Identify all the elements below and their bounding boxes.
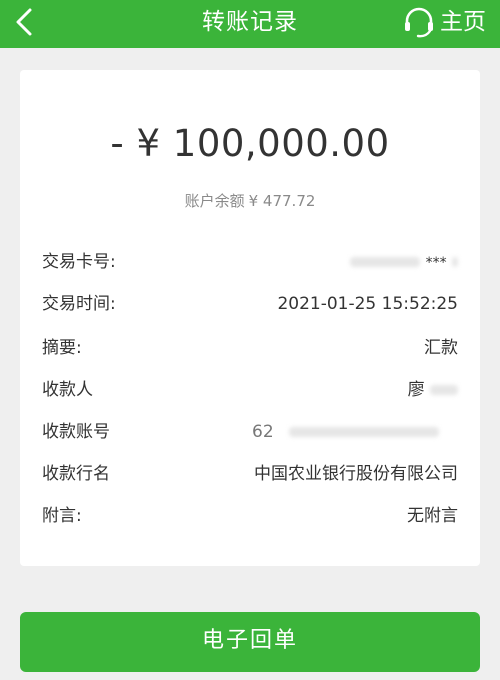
detail-row-payee-account: 收款账号 62 <box>42 418 458 446</box>
detail-value: *** <box>350 248 458 277</box>
detail-label: 附言: <box>42 506 82 526</box>
detail-label: 交易时间: <box>42 294 116 314</box>
redacted-block <box>430 385 458 395</box>
headset-icon <box>405 7 433 38</box>
detail-label: 收款账号 <box>42 422 110 442</box>
detail-row-card-number: 交易卡号: *** <box>42 248 458 276</box>
detail-value: 62 <box>252 418 440 446</box>
balance-label: 账户余额 <box>184 192 245 210</box>
detail-label: 摘要: <box>42 338 82 358</box>
detail-value: 无附言 <box>407 506 458 526</box>
detail-row-summary: 摘要: 汇款 <box>42 334 458 362</box>
redacted-block <box>452 257 458 267</box>
detail-label: 收款行名 <box>42 464 110 484</box>
detail-row-time: 交易时间: 2021-01-25 15:52:25 <box>42 290 458 318</box>
account-balance: 账户余额 ¥ 477.72 <box>20 190 480 211</box>
detail-label: 收款人 <box>42 380 93 400</box>
e-receipt-button[interactable]: 电子回单 <box>20 612 480 672</box>
detail-row-payee: 收款人 廖 <box>42 376 458 404</box>
detail-row-note: 附言: 无附言 <box>42 502 458 530</box>
detail-value: 廖 <box>408 376 458 404</box>
home-label: 主页 <box>440 9 486 35</box>
redacted-block <box>289 427 440 437</box>
transaction-detail-card: - ¥ 100,000.00 账户余额 ¥ 477.72 交易卡号: *** 交易… <box>20 70 480 566</box>
balance-value: ¥ 477.72 <box>248 192 316 210</box>
transaction-amount: - ¥ 100,000.00 <box>110 122 390 165</box>
detail-row-payee-bank: 收款行名 中国农业银行股份有限公司 <box>42 460 458 488</box>
detail-label: 交易卡号: <box>42 252 116 272</box>
detail-value: 2021-01-25 15:52:25 <box>277 294 458 314</box>
redacted-block <box>350 257 421 267</box>
top-nav-bar: 转账记录 主页 <box>0 0 500 48</box>
detail-value: 汇款 <box>424 338 458 358</box>
detail-value: 中国农业银行股份有限公司 <box>254 464 458 484</box>
home-button[interactable]: 主页 <box>400 0 496 48</box>
